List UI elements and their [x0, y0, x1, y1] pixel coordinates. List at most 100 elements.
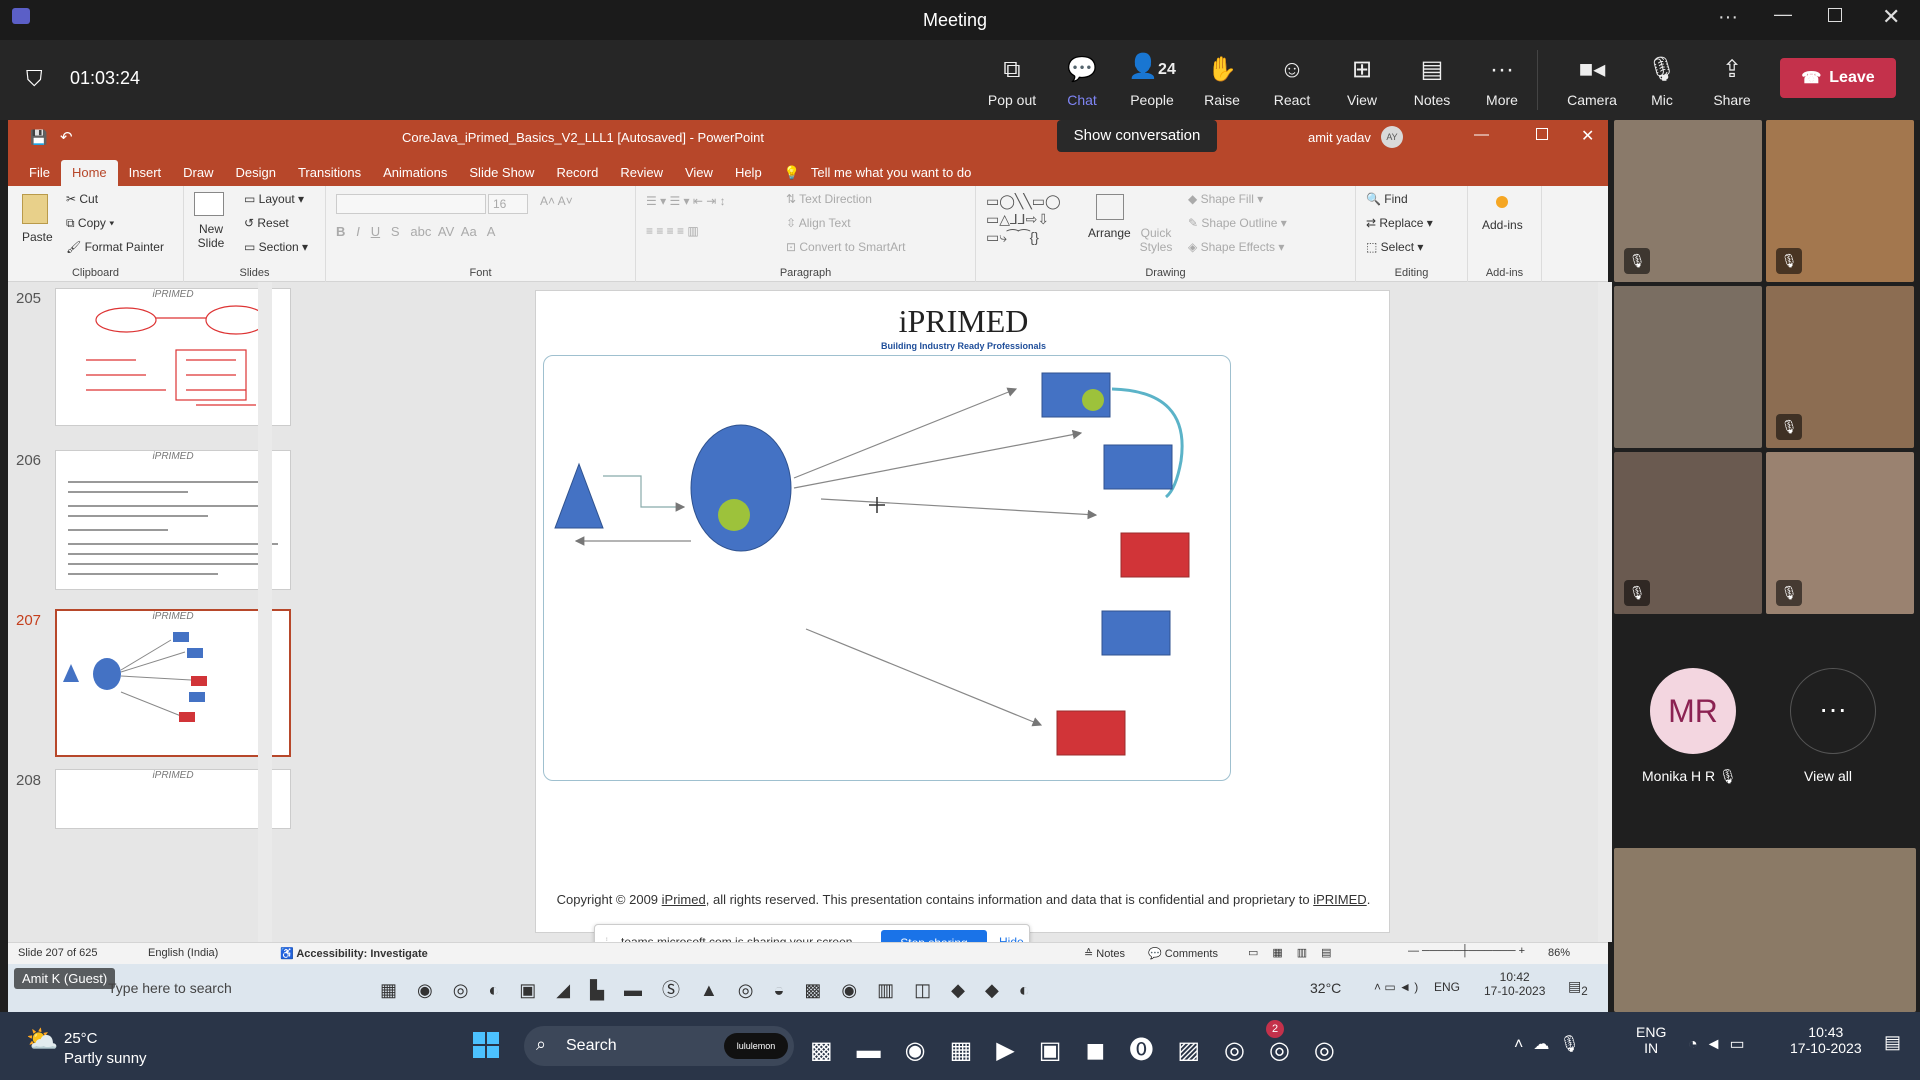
weather-desc[interactable]: Partly sunny: [64, 1050, 147, 1067]
react-button[interactable]: ☺ React: [1257, 40, 1327, 120]
quick-styles-button[interactable]: Quick Styles: [1138, 226, 1174, 254]
tab-draw[interactable]: Draw: [172, 160, 224, 186]
weather-temp[interactable]: 25°C: [64, 1030, 98, 1047]
addins-button[interactable]: Add-ins: [1482, 218, 1523, 232]
remote-notification-icon[interactable]: ▤2: [1568, 978, 1588, 998]
font-size-select[interactable]: 16: [488, 194, 528, 214]
ppt-close-icon[interactable]: ✕: [1581, 126, 1594, 146]
shape-fill-button[interactable]: ◆ Shape Fill ▾: [1188, 192, 1263, 206]
tab-help[interactable]: Help: [724, 160, 773, 186]
tab-home[interactable]: Home: [60, 160, 118, 186]
font-format-icons[interactable]: B I U S abc AV Aa A: [336, 224, 495, 239]
tab-record[interactable]: Record: [545, 160, 609, 186]
search-bar[interactable]: ⌕ Search lululemon: [524, 1026, 794, 1066]
tell-me-input[interactable]: Tell me what you want to do: [811, 160, 982, 186]
participant-video[interactable]: 🎙: [1766, 286, 1914, 448]
tab-file[interactable]: File: [18, 160, 61, 186]
input-language[interactable]: ENG IN: [1636, 1024, 1666, 1056]
view-button[interactable]: ⊞ View: [1327, 40, 1397, 120]
view-icons[interactable]: ▭▦▥▤: [1248, 946, 1346, 959]
text-direction-button[interactable]: ⇅ Text Direction: [786, 192, 872, 206]
paste-button[interactable]: Paste: [22, 230, 53, 244]
select-button[interactable]: ⬚ Select ▾: [1366, 240, 1423, 254]
remote-tray-icons[interactable]: ˄ ▭ ◄ ): [1374, 980, 1418, 994]
layout-button[interactable]: ▭ Layout ▾: [244, 192, 304, 206]
chat-button[interactable]: 💬 Chat: [1047, 40, 1117, 120]
raise-button[interactable]: ✋ Raise: [1187, 40, 1257, 120]
font-grow-icon[interactable]: A˄ A˅: [540, 194, 573, 208]
tab-design[interactable]: Design: [225, 160, 287, 186]
more-options-icon[interactable]: ···: [1718, 6, 1738, 29]
section-button[interactable]: ▭ Section ▾: [244, 240, 308, 254]
view-all-button[interactable]: View all: [1804, 768, 1852, 784]
arrange-button[interactable]: Arrange: [1088, 226, 1131, 240]
remote-weather: 32°C: [1310, 980, 1342, 996]
comments-toggle[interactable]: 💬 Comments: [1148, 947, 1218, 960]
tab-animations[interactable]: Animations: [372, 160, 458, 186]
view-all-icon[interactable]: ···: [1790, 668, 1876, 754]
slide-thumbnail[interactable]: iPRIMED: [55, 288, 291, 426]
people-button[interactable]: 👤24 People: [1117, 40, 1187, 120]
shape-outline-button[interactable]: ✎ Shape Outline ▾: [1188, 216, 1287, 230]
tab-insert[interactable]: Insert: [118, 160, 173, 186]
share-button[interactable]: ⇪ Share: [1697, 40, 1767, 120]
canvas-scrollbar[interactable]: [1598, 282, 1612, 942]
list-icons[interactable]: ☰ ▾ ☰ ▾ ⇤ ⇥ ↕: [646, 194, 726, 208]
notes-button[interactable]: ▤ Notes: [1397, 40, 1467, 120]
zoom-slider[interactable]: — ─────┼────── +: [1408, 945, 1525, 957]
accessibility-status[interactable]: ♿ Accessibility: Investigate: [280, 947, 428, 960]
format-painter-button[interactable]: 🖌 Format Painter: [66, 240, 164, 254]
tab-transitions[interactable]: Transitions: [287, 160, 372, 186]
language[interactable]: English (India): [148, 947, 218, 959]
start-icon[interactable]: [473, 1032, 499, 1058]
find-button[interactable]: 🔍 Find: [1366, 192, 1408, 206]
notification-icon[interactable]: ▤: [1884, 1032, 1901, 1053]
self-video[interactable]: [1614, 848, 1916, 1012]
participant-video[interactable]: 🎙: [1766, 452, 1914, 614]
tab-slideshow[interactable]: Slide Show: [458, 160, 545, 186]
popout-button[interactable]: ⧉ Pop out: [977, 40, 1047, 120]
zoom-level[interactable]: 86%: [1548, 947, 1570, 959]
tab-view[interactable]: View: [674, 160, 724, 186]
participant-video[interactable]: 🎙: [1614, 452, 1762, 614]
slide-thumbnail[interactable]: iPRIMED: [55, 769, 291, 829]
slide-thumbnail-selected[interactable]: iPRIMED: [55, 609, 291, 757]
leave-button[interactable]: ☎ Leave: [1780, 58, 1896, 98]
remote-app-icons[interactable]: ▦◉◎◐▣◢▙▬Ⓢ▲◎◒▩◉▥◫◆◆◐: [380, 976, 1050, 1002]
convert-smartart-button[interactable]: ⊡ Convert to SmartArt: [786, 240, 905, 254]
align-icons[interactable]: ≡ ≡ ≡ ≡ ▥: [646, 224, 699, 238]
shapes-gallery[interactable]: ▭◯╲╲▭◯ ▭△⅃⅃⇨⇩ ▭⤷⁀⁀{}: [986, 192, 1061, 246]
participant-video[interactable]: 🎙: [1614, 120, 1762, 282]
network-volume-battery-icons[interactable]: ◔◄▭: [1688, 1034, 1753, 1054]
font-name-select[interactable]: [336, 194, 486, 214]
thumb-logo: iPRIMED: [152, 770, 194, 781]
copy-button[interactable]: ⧉ Copy ▾: [66, 216, 114, 231]
replace-button[interactable]: ⇄ Replace ▾: [1366, 216, 1433, 230]
clock[interactable]: 10:43 17-10-2023: [1790, 1024, 1862, 1056]
participant-video[interactable]: 🎙: [1766, 120, 1914, 282]
cut-button[interactable]: ✂ Cut: [66, 192, 98, 206]
avatar[interactable]: MR: [1650, 668, 1736, 754]
reset-button[interactable]: ↺ Reset: [244, 216, 289, 230]
camera-button[interactable]: ■◂ Camera: [1557, 40, 1627, 120]
tab-review[interactable]: Review: [609, 160, 674, 186]
ppt-restore-icon[interactable]: [1536, 128, 1548, 140]
mic-off-icon: 🎙: [1646, 56, 1678, 83]
user-avatar[interactable]: AY: [1381, 126, 1403, 148]
notes-toggle[interactable]: ≙ Notes: [1084, 947, 1125, 960]
close-icon[interactable]: ✕: [1882, 4, 1900, 30]
minimize-icon[interactable]: —: [1774, 4, 1792, 25]
remote-search[interactable]: Type here to search: [108, 980, 232, 996]
mic-button[interactable]: 🎙 Mic: [1627, 40, 1697, 120]
new-slide-button[interactable]: New Slide: [190, 222, 232, 250]
participant-video[interactable]: [1614, 286, 1762, 448]
shape-effects-button[interactable]: ◈ Shape Effects ▾: [1188, 240, 1284, 254]
align-text-button[interactable]: ⇳ Align Text: [786, 216, 851, 230]
ppt-minimize-icon[interactable]: —: [1474, 126, 1489, 143]
tooltip-show-conversation: Show conversation: [1057, 120, 1217, 152]
thumbnail-scrollbar[interactable]: [258, 282, 272, 942]
maximize-icon[interactable]: [1828, 8, 1842, 22]
tray-icons[interactable]: ˄☁🎙: [1514, 1034, 1590, 1054]
more-button[interactable]: ··· More: [1467, 40, 1537, 120]
slide-thumbnail[interactable]: iPRIMED: [55, 450, 291, 590]
